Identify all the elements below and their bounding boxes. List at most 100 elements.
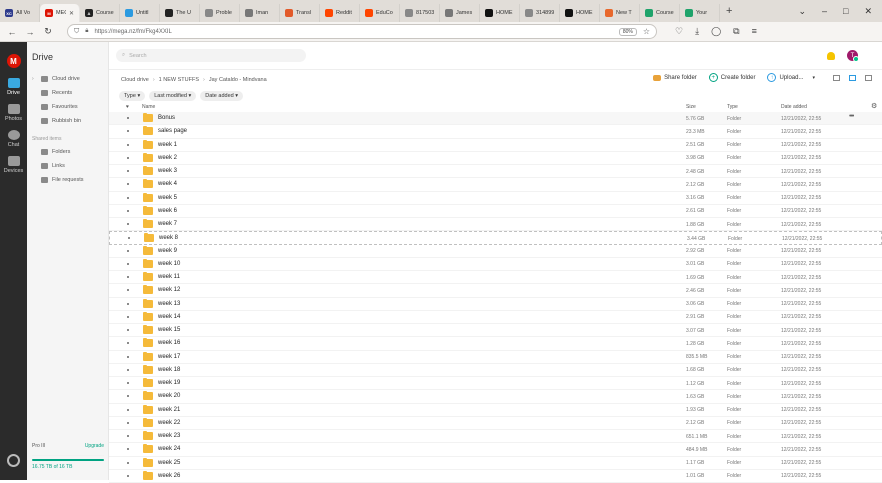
expand-dot-icon[interactable] (127, 474, 129, 477)
pocket-icon[interactable]: ♡ (675, 26, 683, 37)
file-name[interactable]: week 19 (158, 380, 180, 386)
rail-item-drive[interactable]: Drive (0, 78, 27, 96)
table-row[interactable]: week 25 1.17 GB Folder 12/21/2022, 22:55 (109, 457, 882, 470)
close-window-icon[interactable]: ✕ (864, 6, 872, 17)
expand-dot-icon[interactable] (127, 262, 129, 265)
file-name[interactable]: week 5 (158, 195, 177, 201)
browser-tab[interactable]: 8175032_ (400, 4, 440, 22)
browser-tab[interactable]: EduCo (360, 4, 400, 22)
sidebar-item-file-requests[interactable]: File requests (27, 173, 108, 187)
table-row[interactable]: week 5 3.16 GB Folder 12/21/2022, 22:55 (109, 192, 882, 205)
expand-dot-icon[interactable] (127, 382, 129, 384)
column-date-added[interactable]: Date added (781, 104, 807, 110)
file-name[interactable]: week 25 (158, 460, 180, 466)
extensions-icon[interactable]: ⧉ (733, 26, 739, 37)
more-options-icon[interactable]: ••• (849, 113, 854, 120)
expand-dot-icon[interactable] (127, 170, 129, 172)
transfer-manager-icon[interactable] (7, 454, 20, 467)
rail-item-chat[interactable]: Chat (0, 130, 27, 148)
upload-button[interactable]: ↑ Upload... ▾ (767, 73, 815, 82)
back-icon[interactable]: ← (3, 27, 21, 37)
file-name[interactable]: week 17 (158, 354, 180, 360)
expand-dot-icon[interactable] (127, 329, 129, 331)
table-row[interactable]: week 17 835.5 MB Folder 12/21/2022, 22:55 (109, 351, 882, 364)
file-name[interactable]: week 3 (158, 168, 177, 174)
file-name[interactable]: Bonus (158, 115, 175, 121)
table-row[interactable]: week 16 1.28 GB Folder 12/21/2022, 22:55 (109, 337, 882, 351)
file-name[interactable]: week 11 (158, 274, 180, 280)
expand-dot-icon[interactable] (127, 249, 129, 252)
browser-tab[interactable]: Transl (280, 4, 320, 22)
table-row[interactable]: Bonus 5.76 GB Folder 12/21/2022, 22:55 ••• (109, 112, 882, 126)
column-name[interactable]: Name (142, 104, 155, 110)
forward-icon[interactable]: → (21, 27, 39, 37)
storage-quota[interactable]: Pro III Upgrade 16.75 TB of 16 TB (32, 443, 104, 470)
expand-dot-icon[interactable] (127, 355, 129, 358)
expand-dot-icon[interactable] (127, 368, 129, 371)
filter-type[interactable]: Type ▾ (119, 91, 146, 101)
sidebar-item-favourites[interactable]: Favourites (27, 100, 108, 114)
table-row[interactable]: week 23 651.1 MB Folder 12/21/2022, 22:55 (109, 430, 882, 444)
table-row[interactable]: week 20 1.63 GB Folder 12/21/2022, 22:55 (109, 390, 882, 404)
file-name[interactable]: week 20 (158, 393, 180, 399)
table-row[interactable]: week 24 484.9 MB Folder 12/21/2022, 22:55 (109, 443, 882, 457)
zoom-level[interactable]: 80% (618, 27, 637, 36)
column-size[interactable]: Size (686, 104, 696, 110)
file-name[interactable]: week 8 (159, 235, 178, 241)
rail-item-photos[interactable]: Photos (0, 104, 27, 122)
browser-tab[interactable]: HOME (480, 4, 520, 22)
expand-dot-icon[interactable] (127, 143, 129, 146)
file-name[interactable]: week 4 (158, 181, 177, 187)
expand-dot-icon[interactable] (127, 435, 129, 437)
table-row[interactable]: sales page 23.3 MB Folder 12/21/2022, 22:55 (109, 125, 882, 139)
expand-dot-icon[interactable] (127, 223, 129, 225)
table-row[interactable]: week 9 2.92 GB Folder 12/21/2022, 22:55 (109, 245, 882, 258)
breadcrumb-item-current[interactable]: Jay Cataldo - Mindvana (209, 77, 267, 83)
expand-dot-icon[interactable] (127, 276, 129, 278)
expand-dot-icon[interactable] (128, 237, 130, 240)
avatar[interactable]: T (847, 50, 859, 62)
file-name[interactable]: week 15 (158, 327, 180, 333)
browser-tab[interactable]: Your (680, 4, 720, 22)
downloads-icon[interactable]: ⤓ (695, 26, 699, 37)
file-name[interactable]: week 10 (158, 261, 180, 267)
reload-icon[interactable]: ↻ (39, 26, 57, 37)
mega-logo[interactable]: M (6, 54, 21, 68)
table-row[interactable]: week 4 2.12 GB Folder 12/21/2022, 22:55 (109, 178, 882, 192)
column-type[interactable]: Type (727, 104, 738, 110)
create-folder-button[interactable]: + Create folder (708, 73, 755, 82)
table-row[interactable]: week 26 1.01 GB Folder 12/21/2022, 22:55 (109, 470, 882, 483)
file-name[interactable]: week 21 (158, 407, 180, 413)
expand-dot-icon[interactable] (127, 421, 129, 424)
browser-tab[interactable]: 314899_60 (520, 4, 560, 22)
browser-tab[interactable]: The U (160, 4, 200, 22)
table-row[interactable]: week 1 2.51 GB Folder 12/21/2022, 22:55 (109, 139, 882, 152)
expand-dot-icon[interactable] (127, 342, 129, 345)
favourite-column-icon[interactable]: ♥ (126, 104, 129, 110)
bookmark-star-icon[interactable]: ☆ (643, 27, 650, 36)
sidebar-item-links[interactable]: Links (27, 159, 108, 173)
browser-tab[interactable]: Iman (240, 4, 280, 22)
expand-dot-icon[interactable] (127, 117, 129, 119)
search-input[interactable]: ⌕ Search (116, 49, 306, 62)
table-row[interactable]: week 12 2.46 GB Folder 12/21/2022, 22:55 (109, 284, 882, 298)
browser-tab[interactable]: A Course (80, 4, 120, 22)
info-panel-icon[interactable] (865, 74, 872, 81)
expand-dot-icon[interactable] (127, 448, 129, 451)
table-row[interactable]: week 15 3.07 GB Folder 12/21/2022, 22:55 (109, 324, 882, 338)
table-row[interactable]: week 6 2.61 GB Folder 12/21/2022, 22:55 (109, 205, 882, 218)
account-icon[interactable]: ◯ (711, 26, 721, 37)
table-row[interactable]: week 11 1.69 GB Folder 12/21/2022, 22:55 (109, 271, 882, 285)
filter-date-added[interactable]: Date added ▾ (200, 91, 243, 101)
notifications-bell-icon[interactable] (827, 51, 835, 60)
table-row[interactable]: week 8 3.44 GB Folder 12/21/2022, 22:55 (109, 231, 882, 245)
file-name[interactable]: sales page (158, 128, 187, 134)
table-row[interactable]: week 22 2.12 GB Folder 12/21/2022, 22:55 (109, 417, 882, 430)
browser-tab[interactable]: Untitl (120, 4, 160, 22)
file-name[interactable]: week 26 (158, 473, 180, 479)
file-name[interactable]: week 23 (158, 433, 180, 439)
expand-dot-icon[interactable] (127, 315, 129, 318)
table-row[interactable]: week 7 1.88 GB Folder 12/21/2022, 22:55 (109, 218, 882, 232)
browser-tab[interactable]: MMEGA✕ (40, 4, 80, 22)
file-name[interactable]: week 9 (158, 248, 177, 254)
